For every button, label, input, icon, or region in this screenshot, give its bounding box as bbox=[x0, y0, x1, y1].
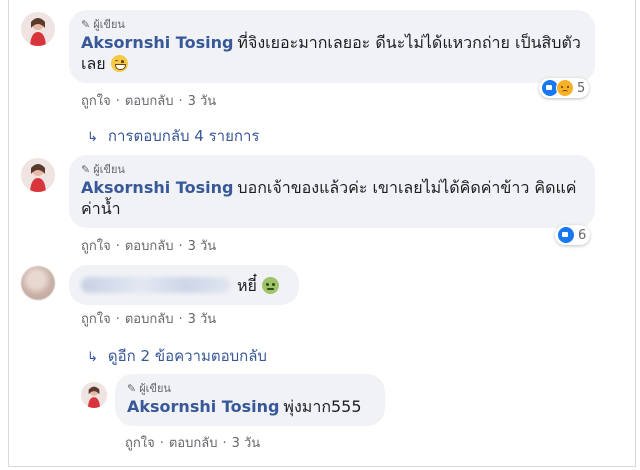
reply-arrow-icon: ↳ bbox=[87, 130, 98, 145]
pencil-icon: ✎ bbox=[81, 18, 91, 31]
reaction-count: 5 bbox=[577, 80, 586, 96]
author-name-link[interactable]: Aksornshi Tosing bbox=[127, 397, 279, 416]
avatar[interactable] bbox=[81, 382, 107, 408]
comment-text: หยี๋ bbox=[81, 275, 287, 296]
timestamp[interactable]: 3 วัน bbox=[188, 239, 217, 254]
comment-text: Aksornshi Tosing พุ่งมาก555 bbox=[127, 397, 362, 416]
reply-link[interactable]: ตอบกลับ bbox=[125, 94, 174, 109]
reply-link[interactable]: ตอบกลับ bbox=[169, 436, 218, 451]
like-reaction-icon bbox=[557, 226, 575, 244]
timestamp[interactable]: 3 วัน bbox=[188, 312, 217, 327]
comment-actions: ถูกใจ · ตอบกลับ · 3 วัน bbox=[81, 239, 217, 254]
timestamp[interactable]: 3 วัน bbox=[232, 436, 261, 451]
comment-bubble: หยี๋ bbox=[69, 265, 299, 305]
pencil-icon: ✎ bbox=[127, 382, 137, 395]
like-link[interactable]: ถูกใจ bbox=[125, 436, 155, 451]
like-link[interactable]: ถูกใจ bbox=[81, 239, 111, 254]
comment-actions: ถูกใจ · ตอบกลับ · 3 วัน bbox=[81, 94, 217, 109]
reply-bubble: ✎ ผู้เขียน Aksornshi Tosing พุ่งมาก555 bbox=[115, 374, 385, 426]
comment-text: Aksornshi Tosing ที่จิงเยอะมากเลยอะ ดีนะไ… bbox=[81, 33, 581, 73]
timestamp[interactable]: 3 วัน bbox=[188, 94, 217, 109]
reply-arrow-icon: ↳ bbox=[87, 350, 98, 365]
comment-bubble: ✎ ผู้เขียน Aksornshi Tosing บอกเจ้าของแล้ว… bbox=[69, 155, 595, 228]
reaction-summary[interactable]: 6 bbox=[555, 225, 591, 245]
sad-reaction-icon bbox=[556, 79, 574, 97]
avatar[interactable] bbox=[21, 158, 55, 192]
reply-link[interactable]: ตอบกลับ bbox=[125, 239, 174, 254]
like-link[interactable]: ถูกใจ bbox=[81, 312, 111, 327]
author-photo bbox=[21, 12, 55, 46]
pencil-icon: ✎ bbox=[81, 163, 91, 176]
comment-thread: ✎ ผู้เขียน Aksornshi Tosing ที่จิงเยอะมากเ… bbox=[8, 0, 636, 467]
author-badge: ✎ ผู้เขียน bbox=[81, 163, 125, 176]
author-name-link[interactable]: Aksornshi Tosing bbox=[81, 178, 233, 197]
nauseated-face-icon bbox=[262, 277, 280, 294]
reaction-count: 6 bbox=[578, 227, 587, 243]
blurred-author-name[interactable] bbox=[81, 277, 231, 293]
avatar[interactable] bbox=[21, 266, 55, 300]
author-name-link[interactable]: Aksornshi Tosing bbox=[81, 33, 233, 52]
author-badge: ✎ ผู้เขียน bbox=[127, 382, 171, 395]
author-photo bbox=[81, 382, 107, 408]
comment-actions: ถูกใจ · ตอบกลับ · 3 วัน bbox=[81, 312, 217, 327]
view-replies-link[interactable]: ↳ การตอบกลับ 4 รายการ bbox=[87, 124, 259, 148]
author-badge: ✎ ผู้เขียน bbox=[81, 18, 125, 31]
comment-bubble: ✎ ผู้เขียน Aksornshi Tosing ที่จิงเยอะมากเ… bbox=[69, 10, 595, 83]
reply-link[interactable]: ตอบกลับ bbox=[125, 312, 174, 327]
comment-actions: ถูกใจ · ตอบกลับ · 3 วัน bbox=[125, 436, 261, 451]
view-more-replies-link[interactable]: ↳ ดูอีก 2 ข้อความตอบกลับ bbox=[87, 344, 267, 368]
like-link[interactable]: ถูกใจ bbox=[81, 94, 111, 109]
reaction-summary[interactable]: 5 bbox=[539, 78, 590, 98]
avatar[interactable] bbox=[21, 12, 55, 46]
author-photo bbox=[21, 158, 55, 192]
comment-text: Aksornshi Tosing บอกเจ้าของแล้วค่ะ เขาเลย… bbox=[81, 178, 577, 218]
grinning-face-icon bbox=[110, 55, 128, 72]
